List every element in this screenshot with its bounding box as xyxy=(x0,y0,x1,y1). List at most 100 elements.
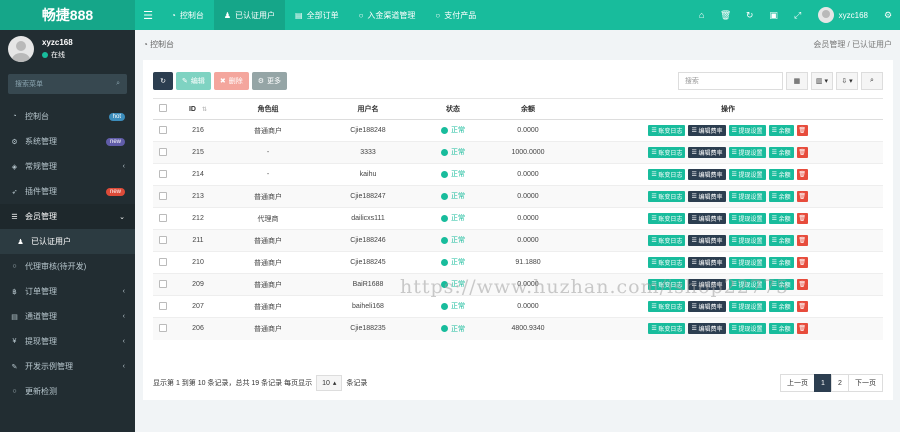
search-icon[interactable]: ⌕ xyxy=(861,72,883,90)
edit-rate-button[interactable]: ☰ 编辑费率 xyxy=(688,191,726,202)
delete-row-button[interactable]: 🗑 xyxy=(796,323,808,335)
withdraw-settings-button[interactable]: ☰ 提现设置 xyxy=(728,301,766,312)
withdraw-settings-button[interactable]: ☰ 提现设置 xyxy=(728,147,766,158)
balance-button[interactable]: ☰ 余额 xyxy=(768,279,794,290)
delete-button[interactable]: ✖ 删除 xyxy=(213,72,249,90)
refresh-icon[interactable]: ↻ xyxy=(738,0,762,30)
log-button[interactable]: ☰ 账变日志 xyxy=(648,301,686,312)
next-page-button[interactable]: 下一页 xyxy=(848,374,883,392)
log-button[interactable]: ☰ 账变日志 xyxy=(648,323,686,335)
row-checkbox[interactable] xyxy=(153,163,173,186)
delete-row-button[interactable]: 🗑 xyxy=(796,125,808,136)
tab-payment-products[interactable]: ○ 支付产品 xyxy=(425,0,486,30)
user-menu[interactable]: xyzc168 xyxy=(810,0,876,30)
fullscreen-icon[interactable]: ⤢ xyxy=(786,0,810,30)
delete-row-button[interactable]: 🗑 xyxy=(796,257,808,268)
log-button[interactable]: ☰ 账变日志 xyxy=(648,147,686,158)
sidebar-item-channels[interactable]: ▤ 通道管理 ‹ xyxy=(0,304,135,329)
tab-dashboard[interactable]: ◔ 控制台 xyxy=(161,0,214,30)
edit-rate-button[interactable]: ☰ 编辑费率 xyxy=(688,235,726,246)
prev-page-button[interactable]: 上一页 xyxy=(780,374,815,392)
sidebar-item-system[interactable]: ⚙ 系统管理 new xyxy=(0,129,135,154)
balance-button[interactable]: ☰ 余额 xyxy=(768,213,794,224)
sidebar-item-orders[interactable]: ฿订单管理 ‹ xyxy=(0,279,135,304)
edit-rate-button[interactable]: ☰ 编辑费率 xyxy=(688,279,726,290)
balance-button[interactable]: ☰ 余额 xyxy=(768,301,794,312)
withdraw-settings-button[interactable]: ☰ 提现设置 xyxy=(728,257,766,268)
columns-icon[interactable]: ▥ ▾ xyxy=(810,72,833,90)
sidebar-item-dashboard[interactable]: ◔ 控制台 hot xyxy=(0,104,135,129)
delete-row-button[interactable]: 🗑 xyxy=(796,301,808,312)
log-button[interactable]: ☰ 账变日志 xyxy=(648,169,686,180)
sidebar-item-update-check[interactable]: ○ 更新检测 xyxy=(0,379,135,404)
refresh-button[interactable]: ↻ xyxy=(153,72,173,90)
balance-button[interactable]: ☰ 余额 xyxy=(768,125,794,136)
row-checkbox[interactable] xyxy=(153,141,173,164)
sidebar-item-plugins[interactable]: ➶ 插件管理 new xyxy=(0,179,135,204)
sidebar-item-general[interactable]: ◈ 常规管理 ‹ xyxy=(0,154,135,179)
edit-rate-button[interactable]: ☰ 编辑费率 xyxy=(688,323,726,335)
tab-verified-users[interactable]: ♟ 已认证用户 xyxy=(213,0,286,30)
log-button[interactable]: ☰ 账变日志 xyxy=(648,213,686,224)
page-size-select[interactable]: 10 ▴ xyxy=(316,375,343,391)
delete-row-button[interactable]: 🗑 xyxy=(796,279,808,290)
edit-rate-button[interactable]: ☰ 编辑费率 xyxy=(688,301,726,312)
edit-rate-button[interactable]: ☰ 编辑费率 xyxy=(688,257,726,268)
withdraw-settings-button[interactable]: ☰ 提现设置 xyxy=(728,279,766,290)
toggle-view-icon[interactable]: ▦ xyxy=(785,72,808,90)
sidebar-item-members[interactable]: ☰ 会员管理 ⌄ xyxy=(0,204,135,229)
delete-row-button[interactable]: 🗑 xyxy=(796,169,808,180)
table-search-input[interactable]: 搜索 xyxy=(677,72,783,90)
menu-search-input[interactable]: 搜索菜单 ⌕ xyxy=(8,74,127,94)
balance-button[interactable]: ☰ 余额 xyxy=(768,147,794,158)
delete-row-button[interactable]: 🗑 xyxy=(796,147,808,158)
sidebar-item-agent-review[interactable]: ○ 代理审核(待开发) xyxy=(0,254,135,279)
log-button[interactable]: ☰ 账变日志 xyxy=(648,235,686,246)
select-all-checkbox[interactable] xyxy=(153,98,173,120)
delete-row-button[interactable]: 🗑 xyxy=(796,235,808,246)
withdraw-settings-button[interactable]: ☰ 提现设置 xyxy=(728,169,766,180)
edit-rate-button[interactable]: ☰ 编辑费率 xyxy=(688,147,726,158)
row-checkbox[interactable] xyxy=(153,229,173,252)
brand-logo[interactable]: 畅捷888 xyxy=(0,0,135,30)
sidebar-item-dev-examples[interactable]: ✎ 开发示例管理 ‹ xyxy=(0,354,135,379)
log-button[interactable]: ☰ 账变日志 xyxy=(648,279,686,290)
log-button[interactable]: ☰ 账变日志 xyxy=(648,125,686,136)
tab-all-orders[interactable]: ▤ 全部订单 xyxy=(285,0,349,30)
balance-button[interactable]: ☰ 余额 xyxy=(768,235,794,246)
row-checkbox[interactable] xyxy=(153,251,173,274)
balance-button[interactable]: ☰ 余额 xyxy=(768,323,794,335)
row-checkbox[interactable] xyxy=(153,317,173,340)
log-button[interactable]: ☰ 账变日志 xyxy=(648,257,686,268)
row-checkbox[interactable] xyxy=(153,295,173,318)
page-1-button[interactable]: 1 xyxy=(814,374,832,392)
edit-rate-button[interactable]: ☰ 编辑费率 xyxy=(688,169,726,180)
withdraw-settings-button[interactable]: ☰ 提现设置 xyxy=(728,213,766,224)
settings-icon[interactable]: ⚙ xyxy=(876,0,900,30)
delete-row-button[interactable]: 🗑 xyxy=(796,191,808,202)
language-icon[interactable]: ▣ xyxy=(762,0,786,30)
balance-button[interactable]: ☰ 余额 xyxy=(768,169,794,180)
sidebar-item-withdrawals[interactable]: ¥ 提现管理 ‹ xyxy=(0,329,135,354)
home-icon[interactable]: ⌂ xyxy=(690,0,714,30)
log-button[interactable]: ☰ 账变日志 xyxy=(648,191,686,202)
withdraw-settings-button[interactable]: ☰ 提现设置 xyxy=(728,125,766,136)
sidebar-toggle-icon[interactable]: ☰ xyxy=(135,0,161,30)
row-checkbox[interactable] xyxy=(153,185,173,208)
edit-button[interactable]: ✎ 编辑 xyxy=(176,72,211,90)
export-icon[interactable]: ⇩ ▾ xyxy=(836,72,858,90)
sidebar-item-verified-users[interactable]: ♟ 已认证用户 xyxy=(0,229,135,254)
balance-button[interactable]: ☰ 余额 xyxy=(768,257,794,268)
trash-icon[interactable]: 🗑 xyxy=(714,0,738,30)
edit-rate-button[interactable]: ☰ 编辑费率 xyxy=(688,213,726,224)
row-checkbox[interactable] xyxy=(153,207,173,230)
more-button[interactable]: ⚙ 更多 xyxy=(251,72,288,90)
row-checkbox[interactable] xyxy=(153,273,173,296)
col-id[interactable]: ID ⇅ xyxy=(173,98,223,120)
breadcrumb-home[interactable]: 控制台 xyxy=(150,39,174,50)
tab-deposit-channels[interactable]: ○ 入金渠道管理 xyxy=(349,0,426,30)
delete-row-button[interactable]: 🗑 xyxy=(796,213,808,224)
withdraw-settings-button[interactable]: ☰ 提现设置 xyxy=(728,323,766,335)
balance-button[interactable]: ☰ 余额 xyxy=(768,191,794,202)
edit-rate-button[interactable]: ☰ 编辑费率 xyxy=(688,125,726,136)
